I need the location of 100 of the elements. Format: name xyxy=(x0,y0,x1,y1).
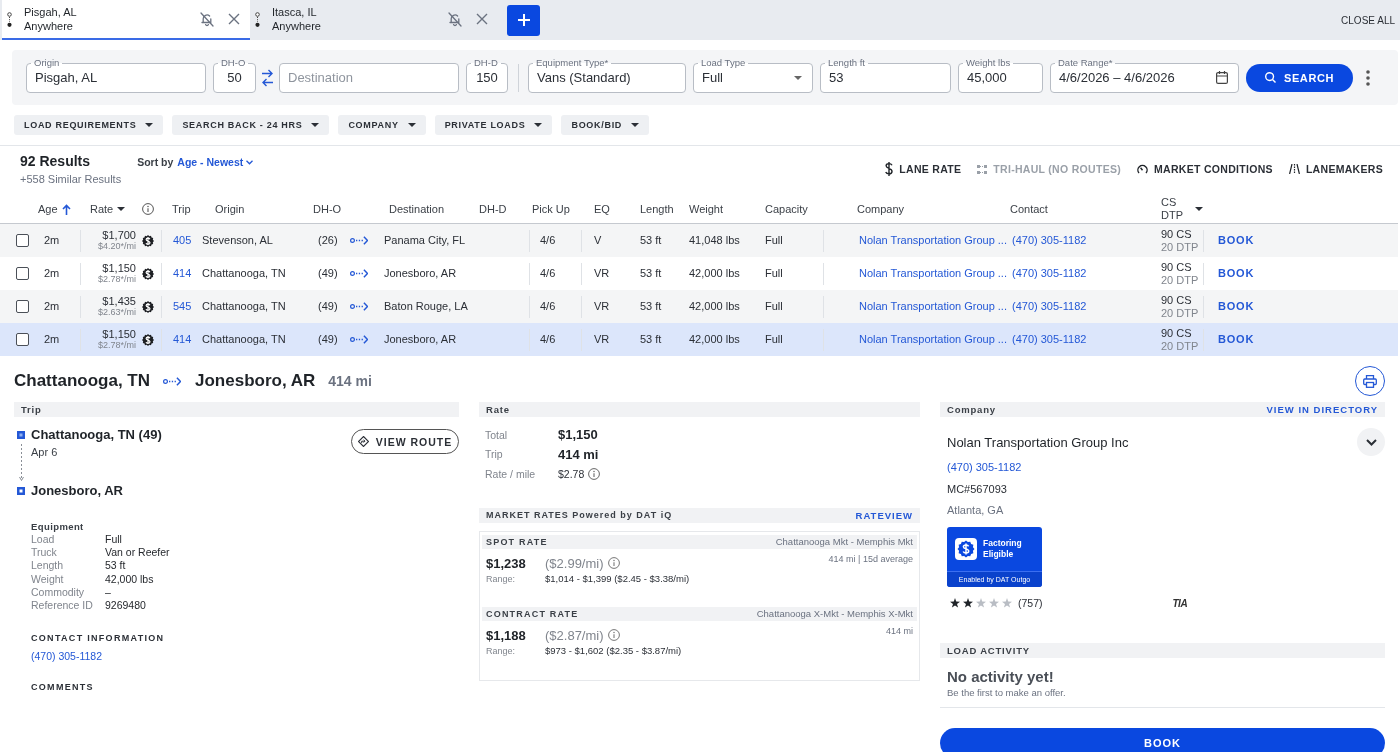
activity-message: Be the first to make an offer. xyxy=(947,687,1066,699)
destination-city: Jonesboro, AR xyxy=(384,333,457,346)
rate-per-mile: $2.63*/mi xyxy=(97,307,136,318)
origin-city: Chattanooga, TN xyxy=(202,267,286,280)
deadhead-miles: (49) xyxy=(318,267,338,280)
destination-city: Panama City, FL xyxy=(384,234,466,247)
capacity-value: Full xyxy=(765,267,783,280)
sort-label: Sort by xyxy=(137,156,174,168)
equipment-code: VR xyxy=(594,267,610,280)
equipment-label: Length xyxy=(31,559,65,573)
deadhead-miles: (49) xyxy=(318,333,338,346)
rate-type-title: SPOT RATE xyxy=(486,536,548,547)
factoring-title: Factoring Eligible xyxy=(983,538,1023,560)
length-value: 53 ft xyxy=(640,300,662,313)
field-label: Equipment Type* xyxy=(533,56,612,68)
section-title: LOAD ACTIVITY xyxy=(947,645,1030,656)
market-rate-per-mile: ($2.87/mi) xyxy=(545,627,604,643)
age-value: 2m xyxy=(44,333,60,346)
length-value: 53 ft xyxy=(640,267,662,280)
credit-score: 90 CS xyxy=(1161,326,1193,340)
rate-value: 414 mi xyxy=(558,446,599,462)
stop-city: Jonesboro, AR xyxy=(31,482,123,500)
weight-value: 42,000 lbs xyxy=(689,333,740,346)
section-heading: COMMENTS xyxy=(31,681,94,695)
section-title: Company xyxy=(947,404,996,415)
equipment-value: 53 ft xyxy=(105,559,127,573)
deadhead-miles: (49) xyxy=(318,300,338,313)
rate-per-mile: $2.78*/mi xyxy=(97,340,136,351)
rate-basis: 414 mi | 15d average xyxy=(828,553,913,564)
review-count: (757) xyxy=(1018,597,1043,609)
field-label: Length ft xyxy=(825,56,868,68)
rate-label: Trip xyxy=(485,448,504,461)
origin-city: Stevenson, AL xyxy=(202,234,273,247)
route-destination: Jonesboro, AR xyxy=(195,371,316,391)
age-value: 2m xyxy=(44,234,60,247)
rate-value: $1,150 xyxy=(558,427,598,443)
equipment-value: Van or Reefer xyxy=(105,546,170,560)
equipment-code: V xyxy=(594,234,602,247)
rate-amount: $1,150 xyxy=(102,328,136,340)
weight-value: 42,000 lbs xyxy=(689,267,740,280)
pickup-date: 4/6 xyxy=(540,234,556,247)
deadhead-miles: (26) xyxy=(318,234,338,247)
section-title: MARKET RATES Powered by DAT iQ xyxy=(486,510,673,520)
days-to-pay: 20 DTP xyxy=(1161,306,1199,320)
pickup-date: 4/6 xyxy=(540,300,556,313)
equipment-label: Weight xyxy=(31,572,65,586)
equipment-value: Full xyxy=(105,533,123,547)
capacity-value: Full xyxy=(765,300,783,313)
rate-label: Total xyxy=(485,428,509,441)
stop-city: Chattanooga, TN (49) xyxy=(31,426,162,444)
route-distance: 414 mi xyxy=(328,373,372,389)
similar-results-count: +558 Similar Results xyxy=(20,172,122,186)
credit-score: 90 CS xyxy=(1161,293,1193,307)
rate-amount: $1,435 xyxy=(102,295,136,307)
field-label: Weight lbs xyxy=(963,56,1014,68)
results-count: 92 Results xyxy=(20,152,92,170)
days-to-pay: 20 DTP xyxy=(1161,273,1199,287)
market-rate-amount: $1,238 xyxy=(486,555,526,571)
equipment-label: Load xyxy=(31,533,56,547)
equipment-value: 9269480 xyxy=(105,599,147,613)
range-label: Range: xyxy=(486,644,516,657)
mc-number: MC#567093 xyxy=(947,482,1007,497)
tia-logo: TIA xyxy=(1172,597,1188,609)
rate-amount: $1,150 xyxy=(102,262,136,274)
equipment-label: Reference ID xyxy=(31,599,94,613)
equipment-label: Commodity xyxy=(31,585,86,599)
market-rate-amount: $1,188 xyxy=(486,627,526,643)
market-lane: Chattanooga X-Mkt - Memphis X-Mkt xyxy=(756,608,913,619)
origin-city: Chattanooga, TN xyxy=(202,300,286,313)
market-lane: Chattanooga Mkt - Memphis Mkt xyxy=(775,536,913,547)
capacity-value: Full xyxy=(765,333,783,346)
range-value: $1,014 - $1,399 ($2.45 - $3.38/mi) xyxy=(545,572,690,585)
credit-score: 90 CS xyxy=(1161,260,1193,274)
stop-date: Apr 6 xyxy=(31,445,58,460)
length-value: 53 ft xyxy=(640,333,662,346)
rate-value: $2.78 xyxy=(558,467,585,480)
equipment-label: Truck xyxy=(31,546,58,560)
days-to-pay: 20 DTP xyxy=(1161,240,1199,254)
rate-per-mile: $2.78*/mi xyxy=(97,274,136,285)
field-label: Load Type xyxy=(698,56,749,68)
rate-amount: $1,700 xyxy=(102,229,136,241)
destination-city: Baton Rouge, LA xyxy=(384,300,468,313)
pickup-date: 4/6 xyxy=(540,267,556,280)
destination-city: Jonesboro, AR xyxy=(384,267,457,280)
pickup-date: 4/6 xyxy=(540,333,556,346)
weight-value: 42,000 lbs xyxy=(689,300,740,313)
company-location: Atlanta, GA xyxy=(947,503,1004,518)
origin-city: Chattanooga, TN xyxy=(202,333,286,346)
age-value: 2m xyxy=(44,300,60,313)
route-origin: Chattanooga, TN xyxy=(14,371,150,391)
range-label: Range: xyxy=(486,572,516,585)
section-title: Rate xyxy=(486,404,510,415)
rate-basis: 414 mi xyxy=(886,625,913,636)
section-heading: CONTACT INFORMATION xyxy=(31,632,165,646)
rate-per-mile: $4.20*/mi xyxy=(97,241,136,252)
field-label: Origin xyxy=(31,56,63,68)
equipment-code: VR xyxy=(594,333,610,346)
days-to-pay: 20 DTP xyxy=(1161,339,1199,353)
weight-value: 41,048 lbs xyxy=(689,234,740,247)
equipment-title: Equipment xyxy=(31,520,84,533)
